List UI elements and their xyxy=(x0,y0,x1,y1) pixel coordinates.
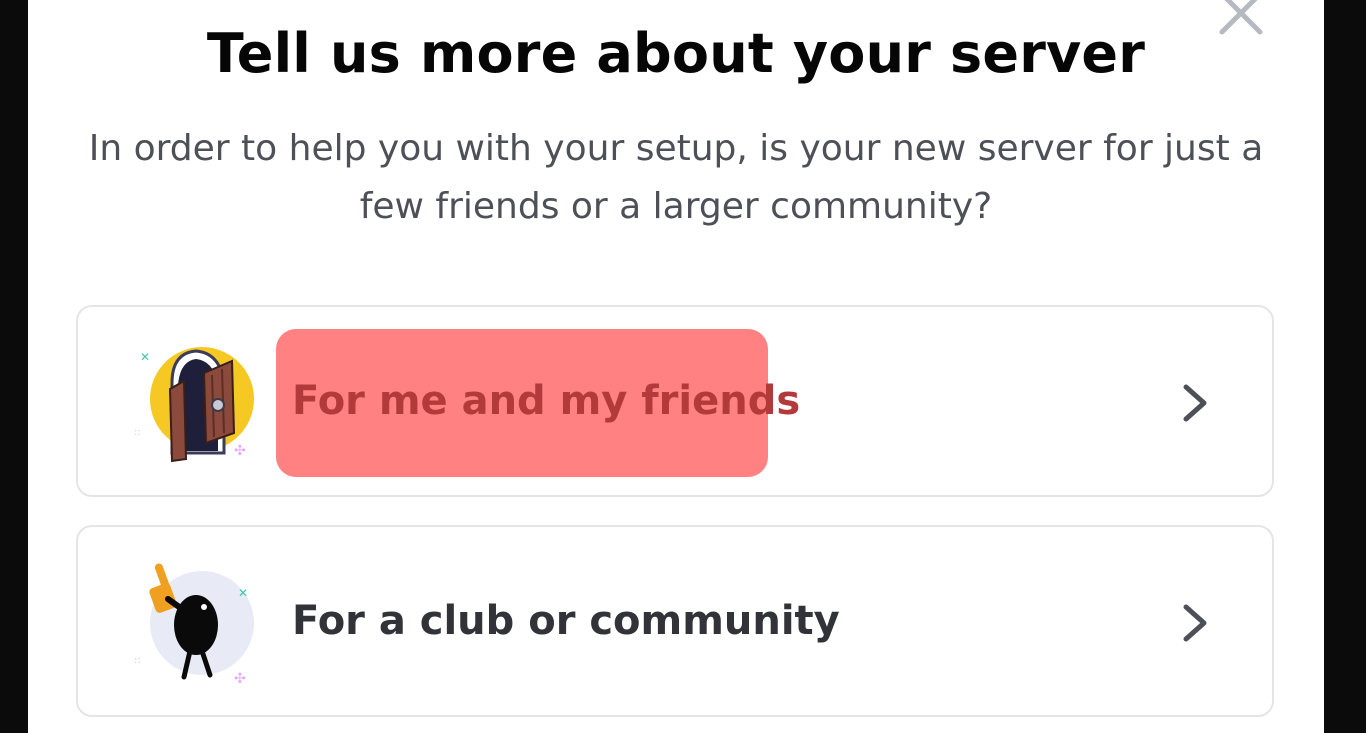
svg-text:::: :: xyxy=(134,655,141,666)
cheering-character-icon: ✕ :: ✣ xyxy=(134,563,254,683)
option-friends-label: For me and my friends xyxy=(292,378,801,424)
svg-text:✕: ✕ xyxy=(140,350,150,364)
modal-title: Tell us more about your server xyxy=(206,22,1146,85)
chevron-right-icon xyxy=(1183,384,1207,422)
option-friends-button[interactable]: ✕ :: ✣ For me and my friends xyxy=(76,305,1274,497)
svg-text:::: :: xyxy=(134,427,141,438)
chevron-right-icon xyxy=(1183,604,1207,642)
svg-text:✣: ✣ xyxy=(234,671,246,683)
option-community-button[interactable]: ✕ :: ✣ For a club or community xyxy=(76,525,1274,717)
svg-text:✣: ✣ xyxy=(234,443,246,459)
option-community-label: For a club or community xyxy=(292,598,840,644)
modal-subtitle: In order to help you with your setup, is… xyxy=(88,128,1264,227)
svg-text:✕: ✕ xyxy=(238,586,248,600)
create-server-modal: Tell us more about your server In order … xyxy=(28,0,1324,733)
door-illustration-icon: ✕ :: ✣ xyxy=(134,347,254,463)
